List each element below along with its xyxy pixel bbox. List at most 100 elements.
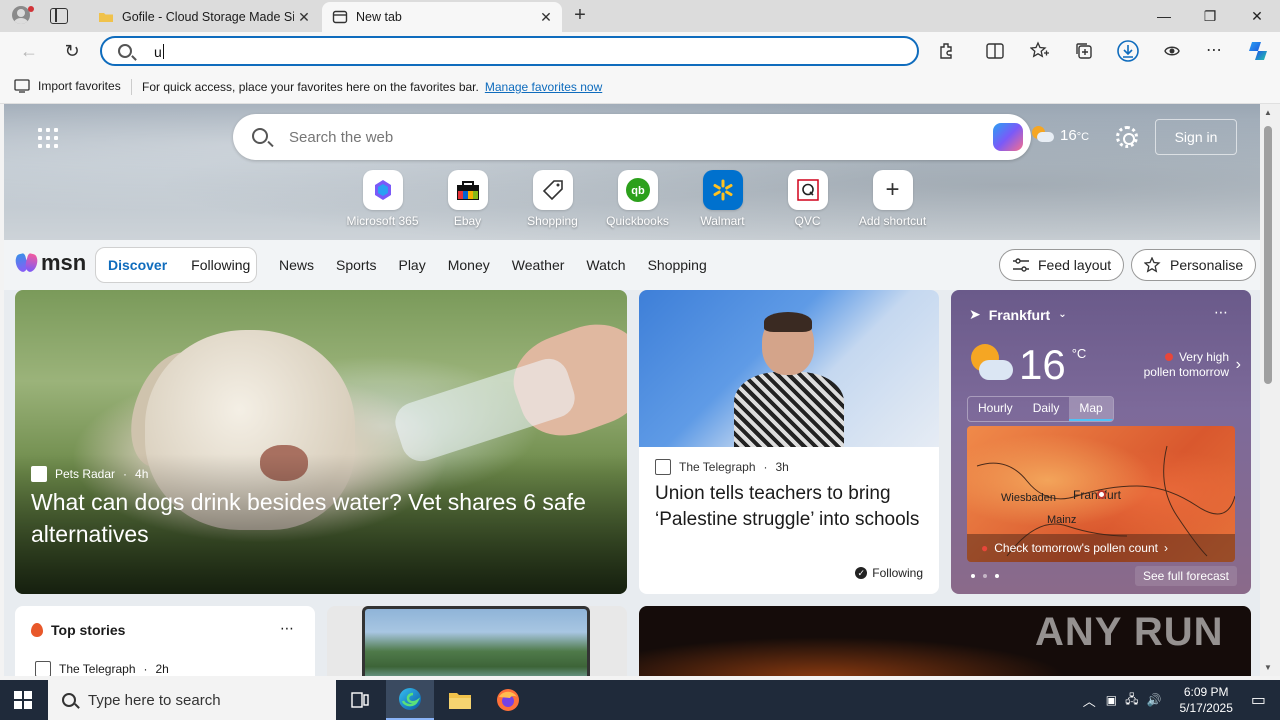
tab-daily[interactable]: Daily: [1023, 397, 1070, 421]
tab-following[interactable]: Following: [179, 257, 262, 273]
clock[interactable]: 6:09 PM 5/17/2025: [1179, 684, 1232, 716]
search-icon: [252, 128, 268, 144]
minimize-button[interactable]: —: [1141, 0, 1187, 32]
copilot-search-icon[interactable]: [993, 123, 1023, 151]
following-badge[interactable]: ✓ Following: [855, 566, 923, 580]
tab-map[interactable]: Map: [1069, 397, 1113, 421]
task-view-button[interactable]: [336, 680, 384, 720]
shortcut-label: Walmart: [700, 214, 745, 228]
shortcut-shopping[interactable]: Shopping: [510, 170, 595, 228]
tab-hourly[interactable]: Hourly: [968, 397, 1023, 421]
shortcut-quickbooks[interactable]: qb Quickbooks: [595, 170, 680, 228]
article-source[interactable]: The Telegraph · 2h: [35, 661, 169, 676]
taskbar-search-box[interactable]: Type here to search: [48, 680, 336, 720]
scroll-down-icon[interactable]: ▼: [1264, 663, 1272, 672]
performance-icon[interactable]: [1162, 41, 1182, 61]
shortcut-ebay[interactable]: Ebay: [425, 170, 510, 228]
article-headline[interactable]: Union tells teachers to bring ‘Palestine…: [655, 481, 925, 533]
feed-toggle: Discover Following: [95, 247, 257, 283]
shortcut-label: Add shortcut: [858, 214, 927, 228]
taskbar-search-placeholder: Type here to search: [88, 691, 221, 709]
chevron-right-icon[interactable]: ›: [1236, 356, 1241, 374]
pollen-count-link[interactable]: ● Check tomorrow's pollen count ›: [967, 534, 1235, 562]
edge-browser-icon: [399, 688, 421, 710]
tab-new-tab[interactable]: New tab ✕: [322, 2, 562, 32]
main-headline[interactable]: What can dogs drink besides water? Vet s…: [31, 486, 591, 550]
shortcut-microsoft-365[interactable]: Microsoft 365: [340, 170, 425, 228]
pollen-alert[interactable]: Very high pollen tomorrow: [1144, 350, 1229, 380]
pollen-count-label: Check tomorrow's pollen count: [994, 541, 1158, 555]
notifications-icon[interactable]: ▭: [1251, 690, 1266, 710]
new-tab-button[interactable]: +: [570, 5, 590, 26]
nav-play[interactable]: Play: [398, 257, 425, 273]
nav-weather[interactable]: Weather: [512, 257, 565, 273]
close-tab-icon[interactable]: ✕: [294, 9, 314, 26]
location-selector[interactable]: ➤ Frankfurt ⌄: [969, 306, 1067, 323]
downloads-icon[interactable]: [1117, 40, 1139, 62]
restore-button[interactable]: ❐: [1187, 0, 1233, 32]
source-name: Pets Radar: [55, 467, 116, 481]
top-stories-card: Top stories ⋯ The Telegraph · 2h: [15, 606, 315, 676]
add-shortcut-button[interactable]: + Add shortcut: [850, 170, 935, 228]
msn-nav-bar: msn Discover Following News Sports Play …: [4, 240, 1260, 290]
vertical-scrollbar[interactable]: ▲ ▼: [1260, 104, 1280, 676]
nav-news[interactable]: News: [279, 257, 314, 273]
favorites-message: For quick access, place your favorites h…: [142, 80, 602, 94]
close-tab-icon[interactable]: ✕: [536, 9, 556, 26]
shortcut-qvc[interactable]: QVC: [765, 170, 850, 228]
favorites-star-icon[interactable]: [1030, 41, 1050, 61]
taskbar-edge[interactable]: [386, 680, 434, 720]
web-search-box[interactable]: Search the web: [233, 114, 1031, 160]
see-full-forecast-button[interactable]: See full forecast: [1134, 566, 1237, 586]
tab-actions-icon[interactable]: [50, 8, 68, 24]
import-favorites-button[interactable]: Import favorites: [14, 79, 121, 93]
weather-card[interactable]: ➤ Frankfurt ⌄ ⋯ 16 °C Very high pollen t…: [951, 290, 1251, 594]
sign-in-button[interactable]: Sign in: [1155, 119, 1237, 155]
article-image: [639, 290, 939, 447]
telegraph-news-card[interactable]: The Telegraph · 3h Union tells teachers to…: [639, 290, 939, 594]
top-stories-title: Top stories: [51, 622, 126, 638]
split-screen-icon[interactable]: [985, 41, 1005, 61]
collections-icon[interactable]: [1074, 41, 1094, 61]
tab-gofile[interactable]: Gofile - Cloud Storage Made Sim ✕: [88, 2, 320, 32]
nav-watch[interactable]: Watch: [586, 257, 625, 273]
shortcut-walmart[interactable]: Walmart: [680, 170, 765, 228]
taskbar-firefox[interactable]: [484, 680, 532, 720]
network-icon[interactable]: 🖧: [1125, 690, 1138, 711]
weather-temp: 16: [1060, 126, 1077, 144]
nav-sports[interactable]: Sports: [336, 257, 376, 273]
windows-start-icon[interactable]: [14, 691, 32, 709]
back-button[interactable]: ←: [16, 39, 42, 63]
copilot-icon[interactable]: [1246, 39, 1270, 63]
nav-shopping[interactable]: Shopping: [648, 257, 707, 273]
close-window-button[interactable]: ✕: [1234, 0, 1280, 32]
more-options-icon[interactable]: ⋯: [280, 620, 295, 637]
network-drive-icon[interactable]: ▣: [1106, 693, 1117, 707]
main-news-card[interactable]: Pets Radar · 4h What can dogs drink beside…: [15, 290, 627, 594]
pollen-map[interactable]: Wiesbaden Frankfurt Mainz ●Check tomorro…: [967, 426, 1235, 562]
feed-layout-button[interactable]: Feed layout: [999, 249, 1125, 281]
more-options-icon[interactable]: ⋯: [1214, 304, 1229, 321]
scrollbar-thumb[interactable]: [1264, 126, 1272, 384]
extensions-icon[interactable]: [937, 41, 957, 61]
profile-icon[interactable]: [8, 4, 34, 28]
personalise-button[interactable]: Personalise: [1131, 249, 1257, 281]
app-launcher-icon[interactable]: [38, 128, 58, 148]
settings-gear-icon[interactable]: [1116, 126, 1138, 148]
address-bar[interactable]: u: [100, 36, 919, 66]
manage-favorites-link[interactable]: Manage favorites now: [485, 80, 602, 94]
refresh-button[interactable]: ↻: [59, 39, 85, 63]
msn-logo[interactable]: msn: [16, 250, 86, 276]
sparkle-star-icon: [1144, 257, 1161, 273]
scroll-up-icon[interactable]: ▲: [1264, 108, 1272, 117]
volume-icon[interactable]: 🔊: [1147, 693, 1162, 707]
weather-summary[interactable]: 16°C: [1032, 126, 1089, 144]
laptop-image-card[interactable]: [327, 606, 627, 676]
taskbar-file-explorer[interactable]: [436, 680, 484, 720]
tab-discover[interactable]: Discover: [96, 257, 179, 273]
tab-bar: Gofile - Cloud Storage Made Sim ✕ New ta…: [0, 0, 1280, 32]
map-label-wiesbaden: Wiesbaden: [1001, 492, 1057, 504]
nav-money[interactable]: Money: [448, 257, 490, 273]
more-menu-icon[interactable]: ⋯: [1206, 40, 1226, 60]
chevron-up-icon[interactable]: ︿: [1083, 691, 1096, 710]
